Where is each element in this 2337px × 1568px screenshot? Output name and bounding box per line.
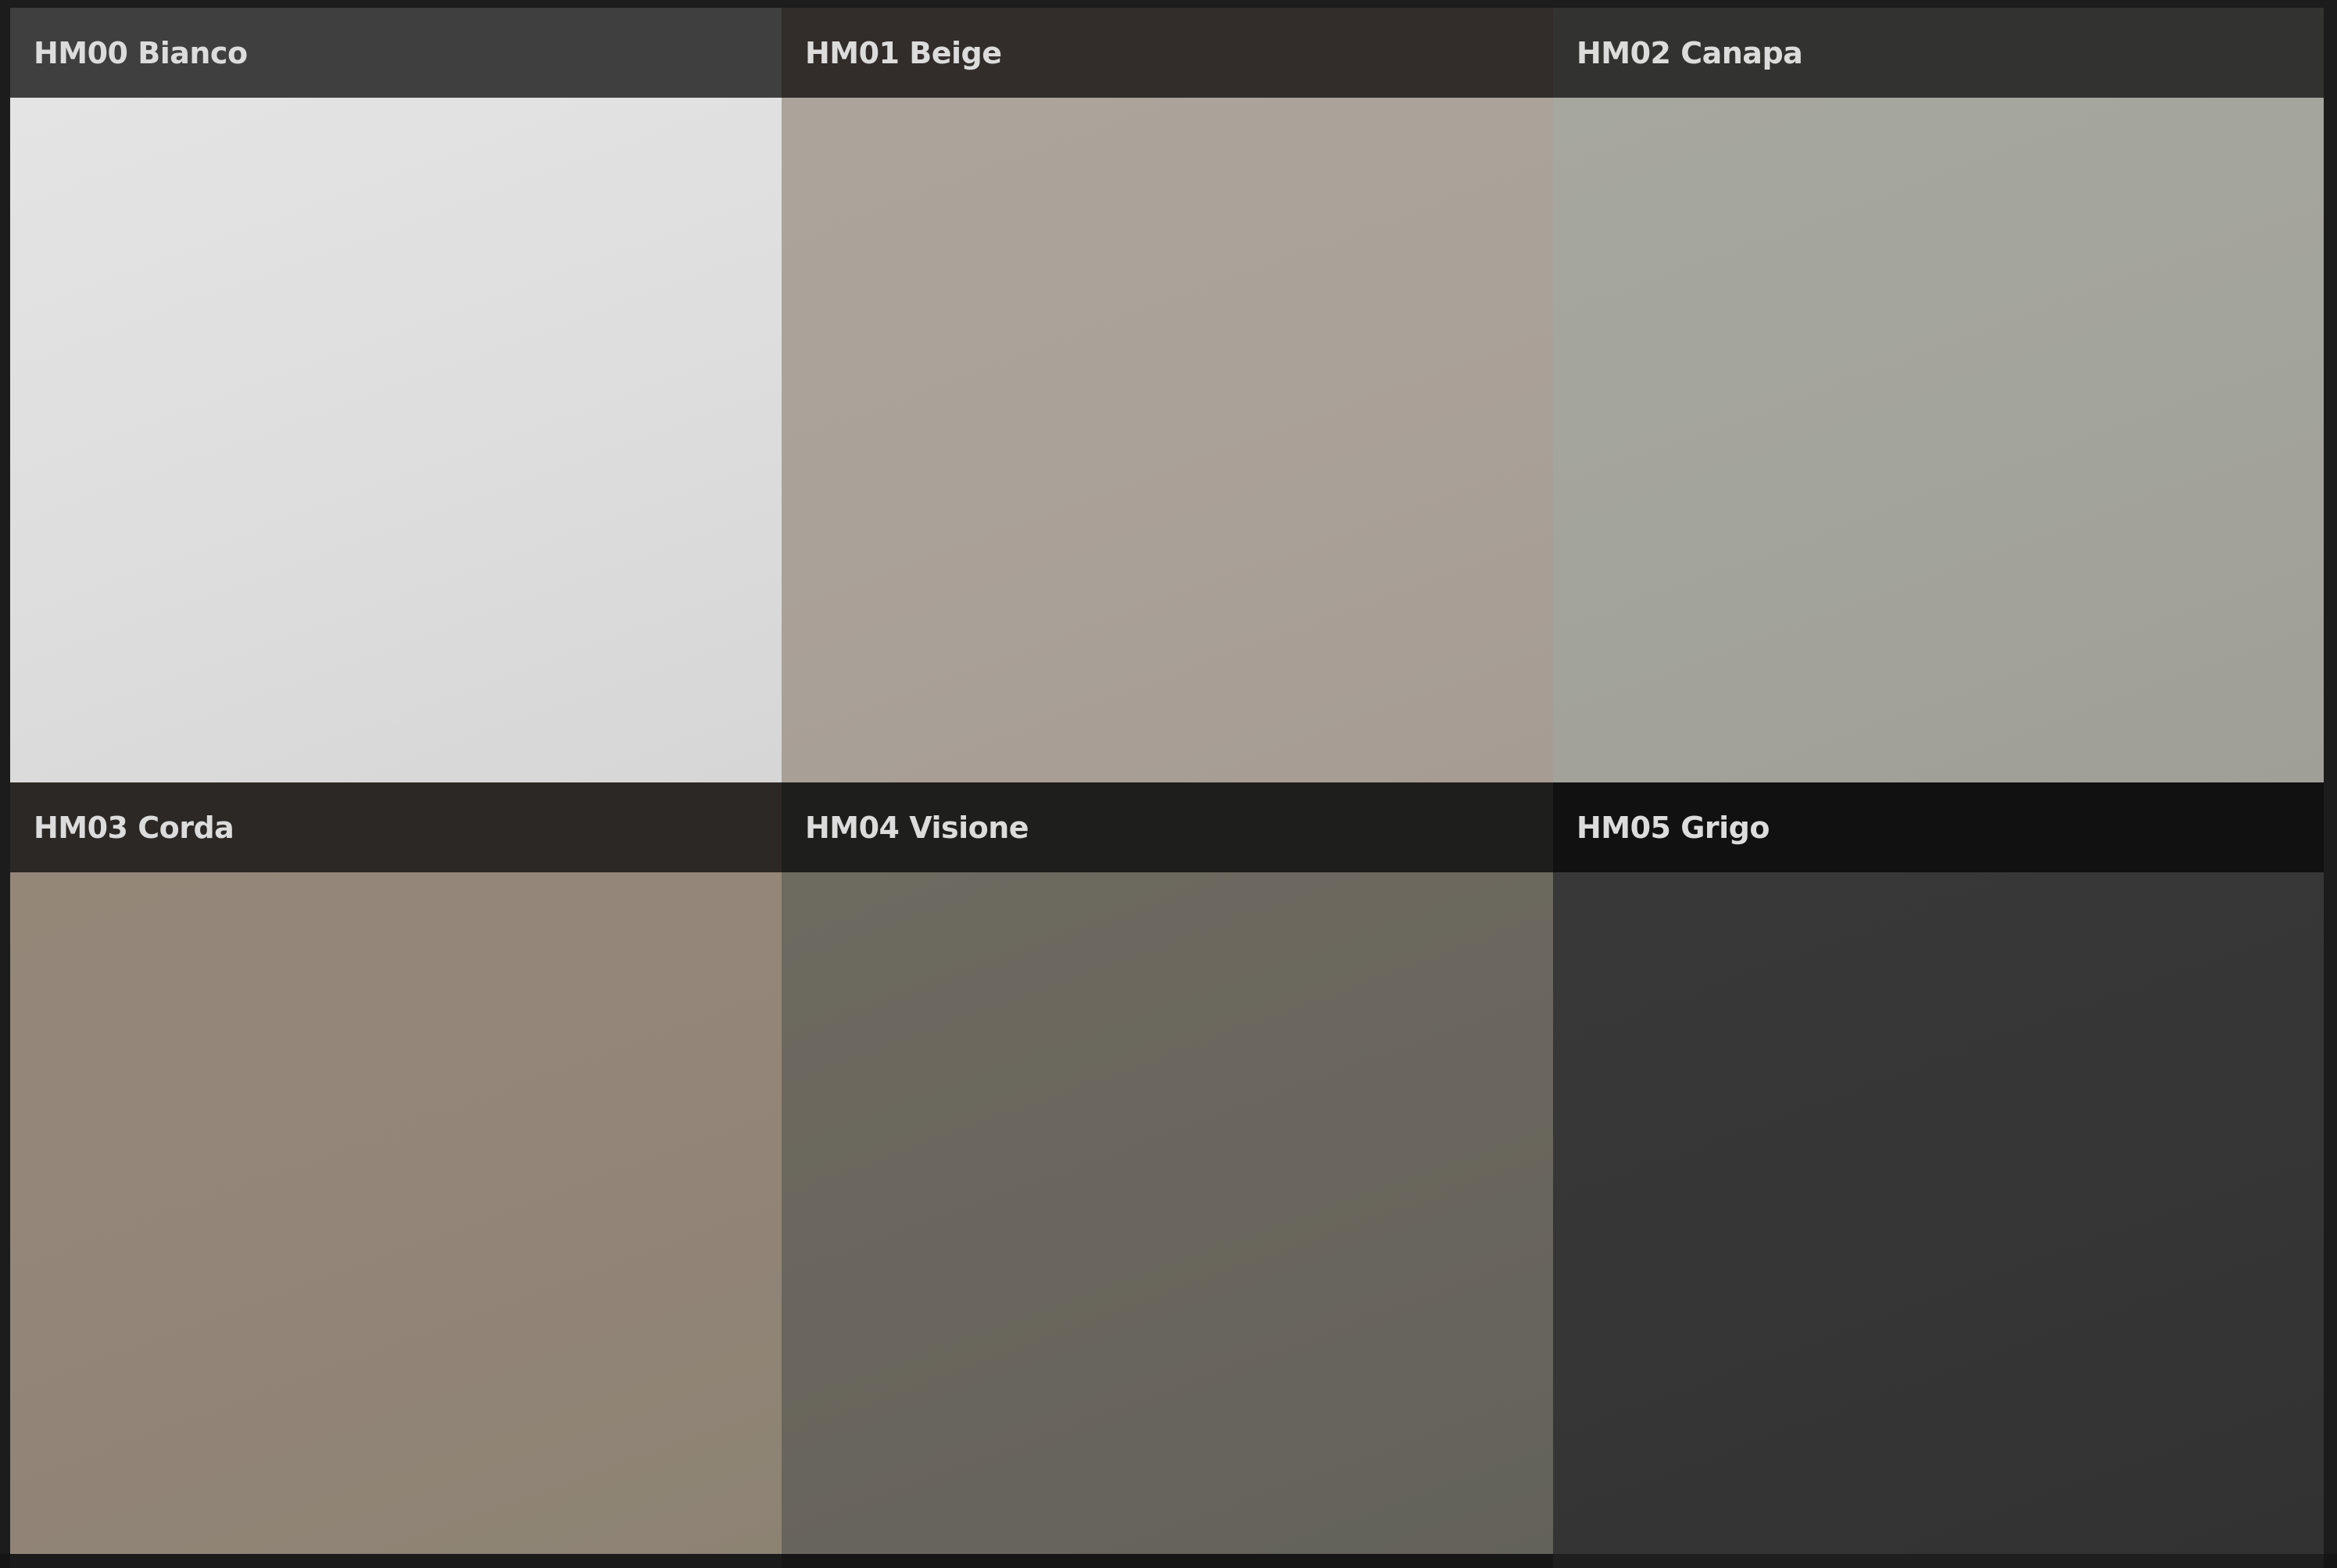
swatch-card-hm01-beige[interactable]: HM01 Beige [782, 8, 1553, 782]
color-sample[interactable] [782, 872, 1553, 1557]
bottom-edge-segment [1553, 1554, 2324, 1568]
swatch-label: HM00 Bianco [34, 35, 248, 70]
bottom-edge-strip [0, 1554, 2337, 1568]
color-swatch-grid: HM00 Bianco HM01 Beige HM02 Canapa HM03 … [10, 8, 2324, 1560]
swatch-header: HM02 Canapa [1553, 8, 2324, 98]
swatch-header: HM01 Beige [782, 8, 1553, 98]
swatch-label: HM05 Grigo [1576, 810, 1770, 845]
swatch-card-hm04-visione[interactable]: HM04 Visione [782, 782, 1553, 1557]
swatch-header: HM03 Corda [10, 782, 782, 872]
swatch-label: HM01 Beige [805, 35, 1002, 70]
bottom-edge-segment [10, 1554, 782, 1568]
swatch-card-hm00-bianco[interactable]: HM00 Bianco [10, 8, 782, 782]
bottom-edge-segment [782, 1554, 1553, 1568]
swatch-card-hm03-corda[interactable]: HM03 Corda [10, 782, 782, 1557]
swatch-card-hm05-grigo[interactable]: HM05 Grigo [1553, 782, 2324, 1557]
swatch-label: HM02 Canapa [1576, 35, 1803, 70]
swatch-header: HM05 Grigo [1553, 782, 2324, 872]
swatch-card-hm02-canapa[interactable]: HM02 Canapa [1553, 8, 2324, 782]
swatch-header: HM04 Visione [782, 782, 1553, 872]
color-sample[interactable] [1553, 872, 2324, 1557]
color-sample[interactable] [10, 98, 782, 782]
color-sample[interactable] [1553, 98, 2324, 782]
color-sample[interactable] [10, 872, 782, 1557]
swatch-label: HM04 Visione [805, 810, 1029, 845]
color-sample[interactable] [782, 98, 1553, 782]
swatch-label: HM03 Corda [34, 810, 234, 845]
swatch-header: HM00 Bianco [10, 8, 782, 98]
